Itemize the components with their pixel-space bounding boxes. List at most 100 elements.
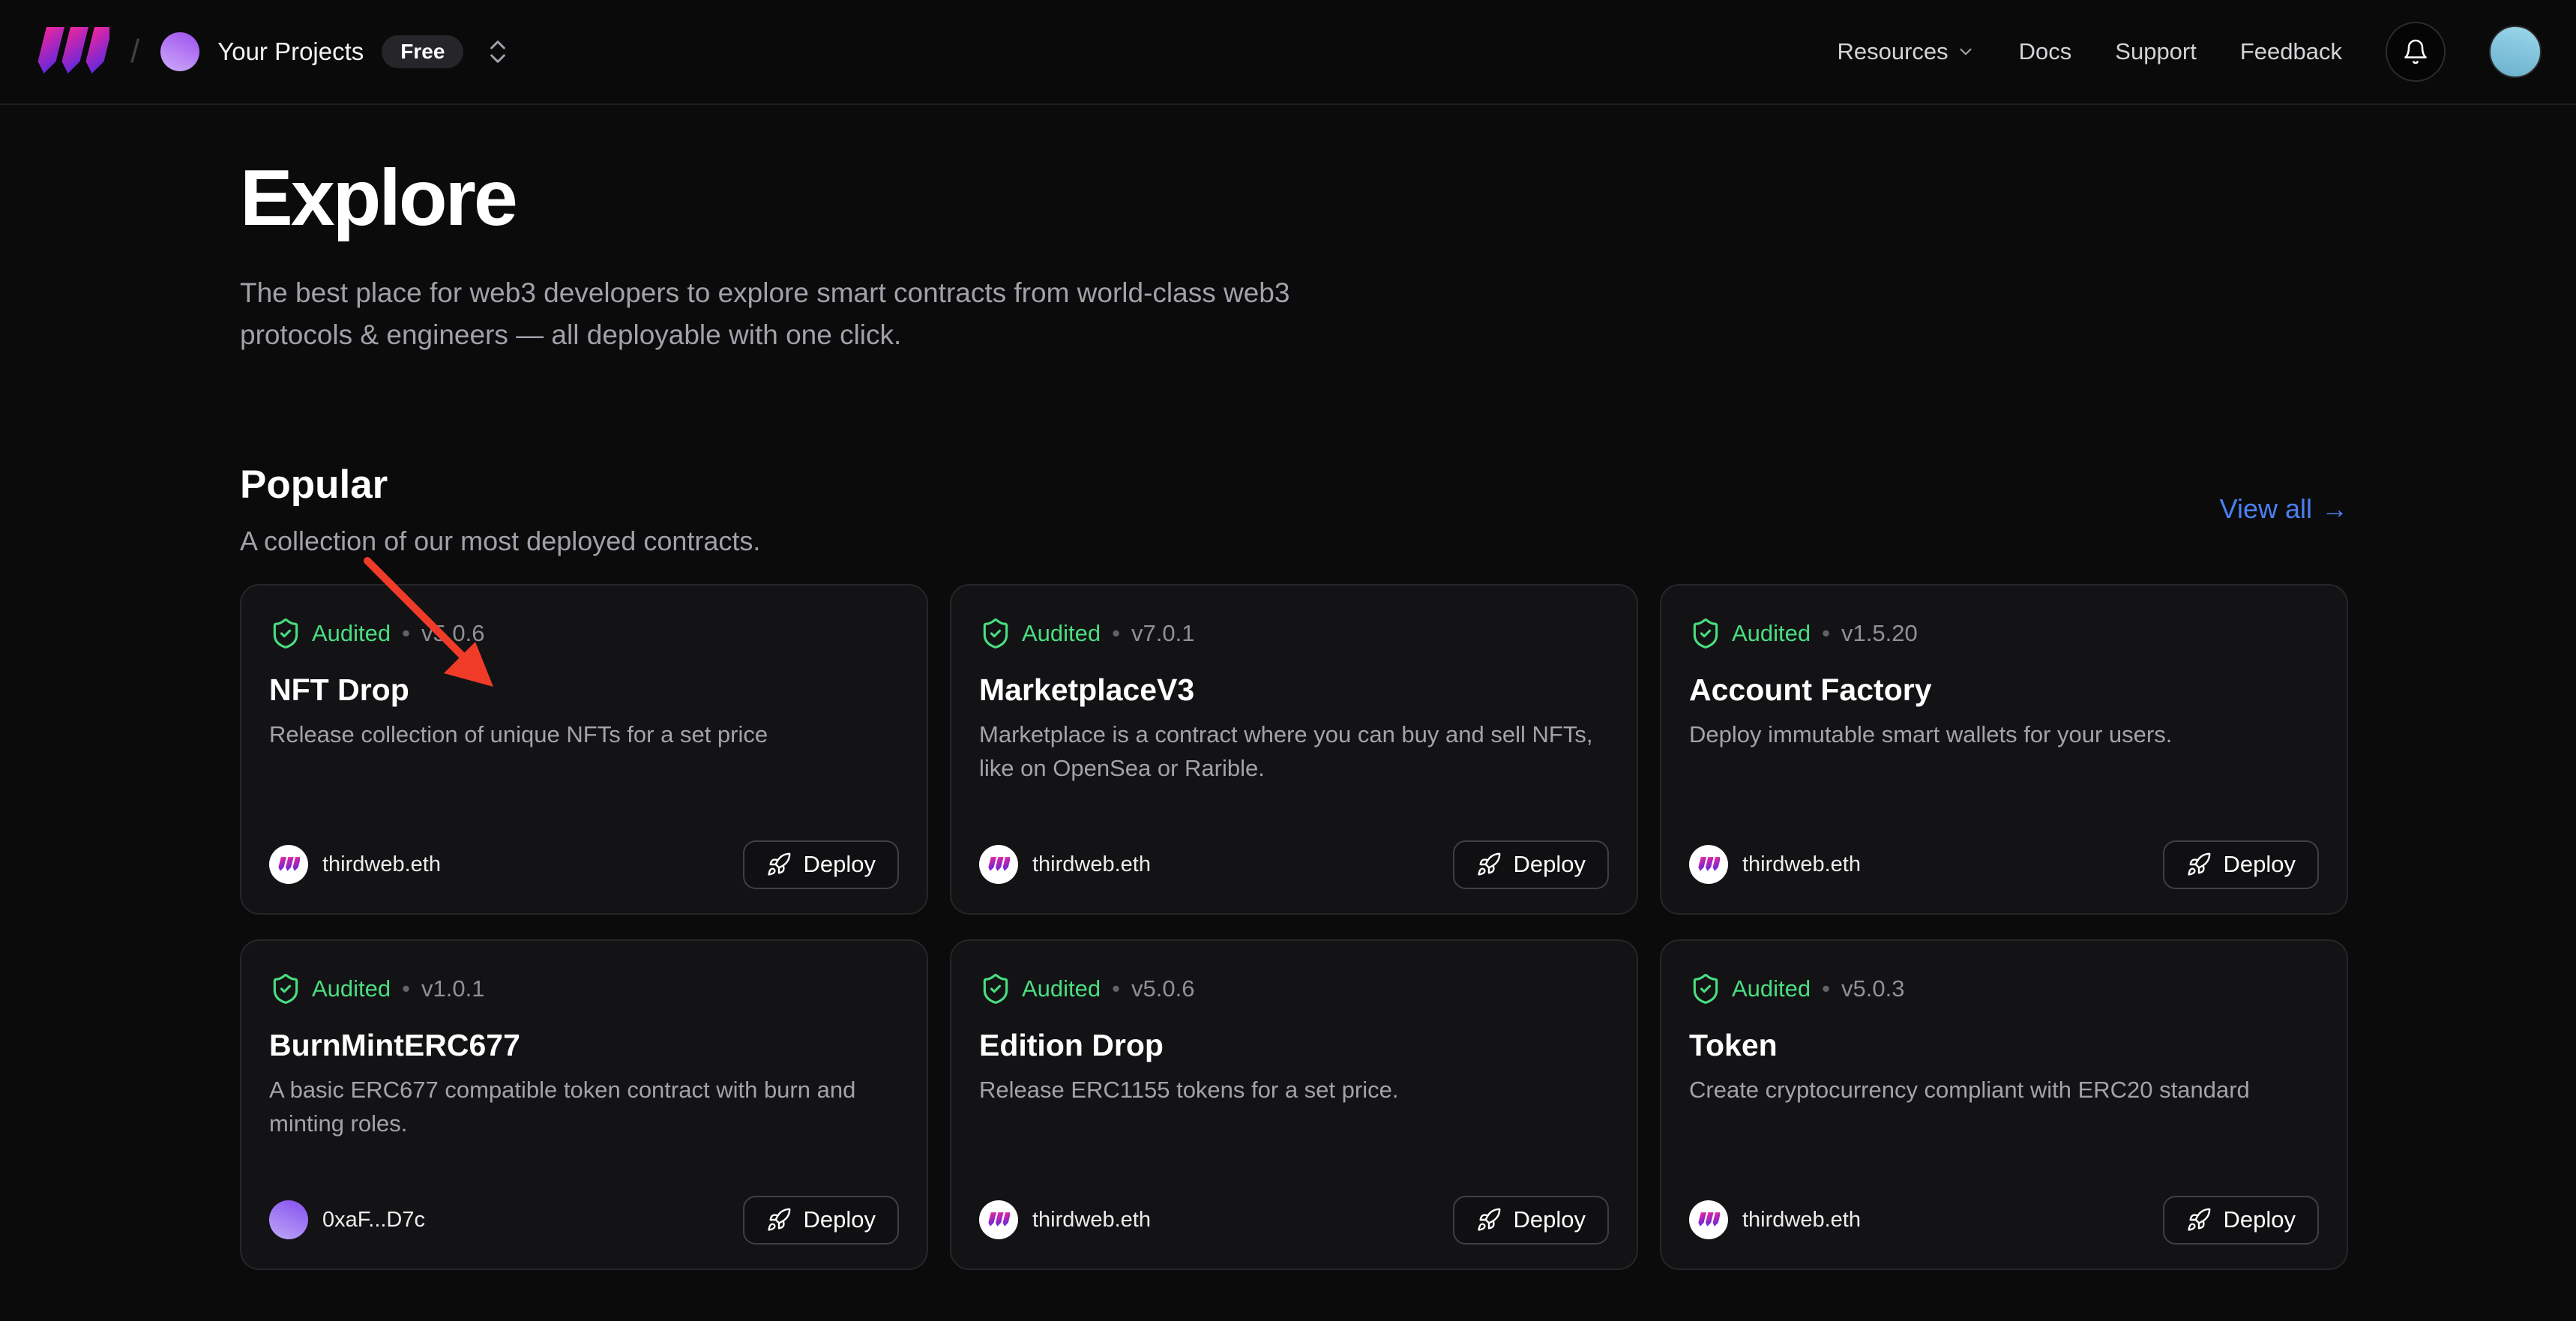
version-label: v1.0.1	[421, 975, 484, 1002]
view-all-link[interactable]: View all →	[2220, 493, 2348, 525]
shield-check-icon	[1689, 972, 1722, 1005]
card-meta-row: Audited • v5.0.6	[269, 617, 899, 650]
audited-badge[interactable]: Audited	[979, 617, 1101, 650]
card-meta-row: Audited • v1.5.20	[1689, 617, 2319, 650]
publisher-link[interactable]: thirdweb.eth	[269, 845, 441, 884]
card-description: Create cryptocurrency compliant with ERC…	[1689, 1074, 2319, 1107]
rocket-icon	[1476, 852, 1502, 877]
card-footer: thirdweb.eth Deploy	[979, 840, 1609, 889]
card-footer: thirdweb.eth Deploy	[979, 1196, 1609, 1245]
thirdweb-mini-logo-icon	[1697, 857, 1720, 872]
contract-card-account-factory[interactable]: Audited • v1.5.20 Account Factory Deploy…	[1660, 584, 2348, 915]
thirdweb-mini-logo-icon	[987, 1212, 1010, 1227]
deploy-label: Deploy	[804, 851, 876, 878]
separator-dot: •	[402, 620, 410, 647]
publisher-link[interactable]: thirdweb.eth	[979, 1200, 1151, 1239]
contract-card-marketplacev3[interactable]: Audited • v7.0.1 MarketplaceV3 Marketpla…	[950, 584, 1638, 915]
card-description: Release ERC1155 tokens for a set price.	[979, 1074, 1609, 1107]
navbar-right: Resources Docs Support Feedback	[1837, 22, 2542, 82]
publisher-link[interactable]: thirdweb.eth	[979, 845, 1151, 884]
deploy-label: Deploy	[2224, 851, 2296, 878]
deploy-button[interactable]: Deploy	[743, 1196, 900, 1245]
separator-dot: •	[1112, 620, 1120, 647]
deploy-button[interactable]: Deploy	[1453, 840, 1610, 889]
card-footer: thirdweb.eth Deploy	[269, 840, 899, 889]
explore-page: / Your Projects Free Resources Docs Supp…	[0, 0, 2576, 1321]
audited-badge[interactable]: Audited	[979, 972, 1101, 1005]
deploy-button[interactable]: Deploy	[2163, 1196, 2320, 1245]
card-footer: 0xaF...D7c Deploy	[269, 1196, 899, 1245]
contract-card-edition-drop[interactable]: Audited • v5.0.6 Edition Drop Release ER…	[950, 939, 1638, 1270]
contract-card-token[interactable]: Audited • v5.0.3 Token Create cryptocurr…	[1660, 939, 2348, 1270]
notifications-button[interactable]	[2386, 22, 2446, 82]
chevron-down-icon	[1956, 42, 1975, 61]
top-navbar: / Your Projects Free Resources Docs Supp…	[0, 0, 2576, 105]
audited-badge[interactable]: Audited	[269, 972, 391, 1005]
thirdweb-mini-logo-icon	[987, 857, 1010, 872]
card-description: Release collection of unique NFTs for a …	[269, 718, 899, 752]
nav-link-docs[interactable]: Docs	[2019, 38, 2072, 65]
audited-label: Audited	[1022, 620, 1101, 647]
contract-card-burnminterc677[interactable]: Audited • v1.0.1 BurnMintERC677 A basic …	[240, 939, 928, 1270]
user-avatar[interactable]	[2489, 25, 2542, 78]
audited-label: Audited	[1732, 975, 1811, 1002]
publisher-name: thirdweb.eth	[1032, 1208, 1151, 1233]
audited-label: Audited	[312, 620, 391, 647]
shield-check-icon	[1689, 617, 1722, 650]
card-meta-row: Audited • v5.0.6	[979, 972, 1609, 1005]
bell-icon	[2402, 38, 2429, 65]
audited-label: Audited	[1732, 620, 1811, 647]
rocket-icon	[2186, 852, 2212, 877]
publisher-link[interactable]: 0xaF...D7c	[269, 1200, 425, 1239]
thirdweb-logo-icon[interactable]	[34, 27, 109, 76]
nav-link-support[interactable]: Support	[2115, 38, 2197, 65]
card-footer: thirdweb.eth Deploy	[1689, 1196, 2319, 1245]
version-label: v1.5.20	[1841, 620, 1918, 647]
card-title: BurnMintERC677	[269, 1028, 899, 1063]
audited-badge[interactable]: Audited	[1689, 617, 1811, 650]
rocket-icon	[1476, 1207, 1502, 1233]
publisher-link[interactable]: thirdweb.eth	[1689, 1200, 1861, 1239]
separator-dot: •	[1822, 620, 1830, 647]
nav-link-resources[interactable]: Resources	[1837, 38, 1975, 65]
shield-check-icon	[269, 972, 302, 1005]
publisher-avatar	[269, 1200, 308, 1239]
deploy-label: Deploy	[1514, 1206, 1586, 1233]
breadcrumb-separator: /	[130, 33, 139, 70]
audited-label: Audited	[1022, 975, 1101, 1002]
deploy-label: Deploy	[1514, 851, 1586, 878]
nav-link-feedback[interactable]: Feedback	[2240, 38, 2342, 65]
team-switcher[interactable]: Your Projects Free	[160, 32, 513, 71]
version-label: v7.0.1	[1131, 620, 1194, 647]
deploy-button[interactable]: Deploy	[2163, 840, 2320, 889]
nav-link-resources-label: Resources	[1837, 38, 1948, 65]
thirdweb-mini-logo-icon	[1697, 1212, 1720, 1227]
publisher-avatar	[1689, 1200, 1728, 1239]
version-label: v5.0.6	[421, 620, 484, 647]
card-meta-row: Audited • v5.0.3	[1689, 972, 2319, 1005]
card-meta-row: Audited • v7.0.1	[979, 617, 1609, 650]
card-title: Token	[1689, 1028, 2319, 1063]
shield-check-icon	[269, 617, 302, 650]
popular-title: Popular	[240, 461, 760, 509]
contracts-grid: Audited • v5.0.6 NFT Drop Release collec…	[240, 584, 2348, 1270]
card-meta-row: Audited • v1.0.1	[269, 972, 899, 1005]
popular-subtitle: A collection of our most deployed contra…	[240, 526, 760, 557]
arrow-right-icon: →	[2321, 493, 2348, 525]
view-all-label: View all	[2220, 493, 2312, 525]
deploy-button[interactable]: Deploy	[743, 840, 900, 889]
publisher-link[interactable]: thirdweb.eth	[1689, 845, 1861, 884]
audited-badge[interactable]: Audited	[269, 617, 391, 650]
separator-dot: •	[1112, 975, 1120, 1002]
audited-badge[interactable]: Audited	[1689, 972, 1811, 1005]
main-content: Explore The best place for web3 develope…	[240, 105, 2348, 1270]
popular-header: Popular A collection of our most deploye…	[240, 461, 2348, 557]
publisher-avatar	[269, 845, 308, 884]
rocket-icon	[766, 1207, 792, 1233]
shield-check-icon	[979, 972, 1012, 1005]
card-description: A basic ERC677 compatible token contract…	[269, 1074, 899, 1141]
contract-card-nft-drop[interactable]: Audited • v5.0.6 NFT Drop Release collec…	[240, 584, 928, 915]
publisher-avatar	[979, 1200, 1018, 1239]
thirdweb-mini-logo-icon	[277, 857, 300, 872]
deploy-button[interactable]: Deploy	[1453, 1196, 1610, 1245]
